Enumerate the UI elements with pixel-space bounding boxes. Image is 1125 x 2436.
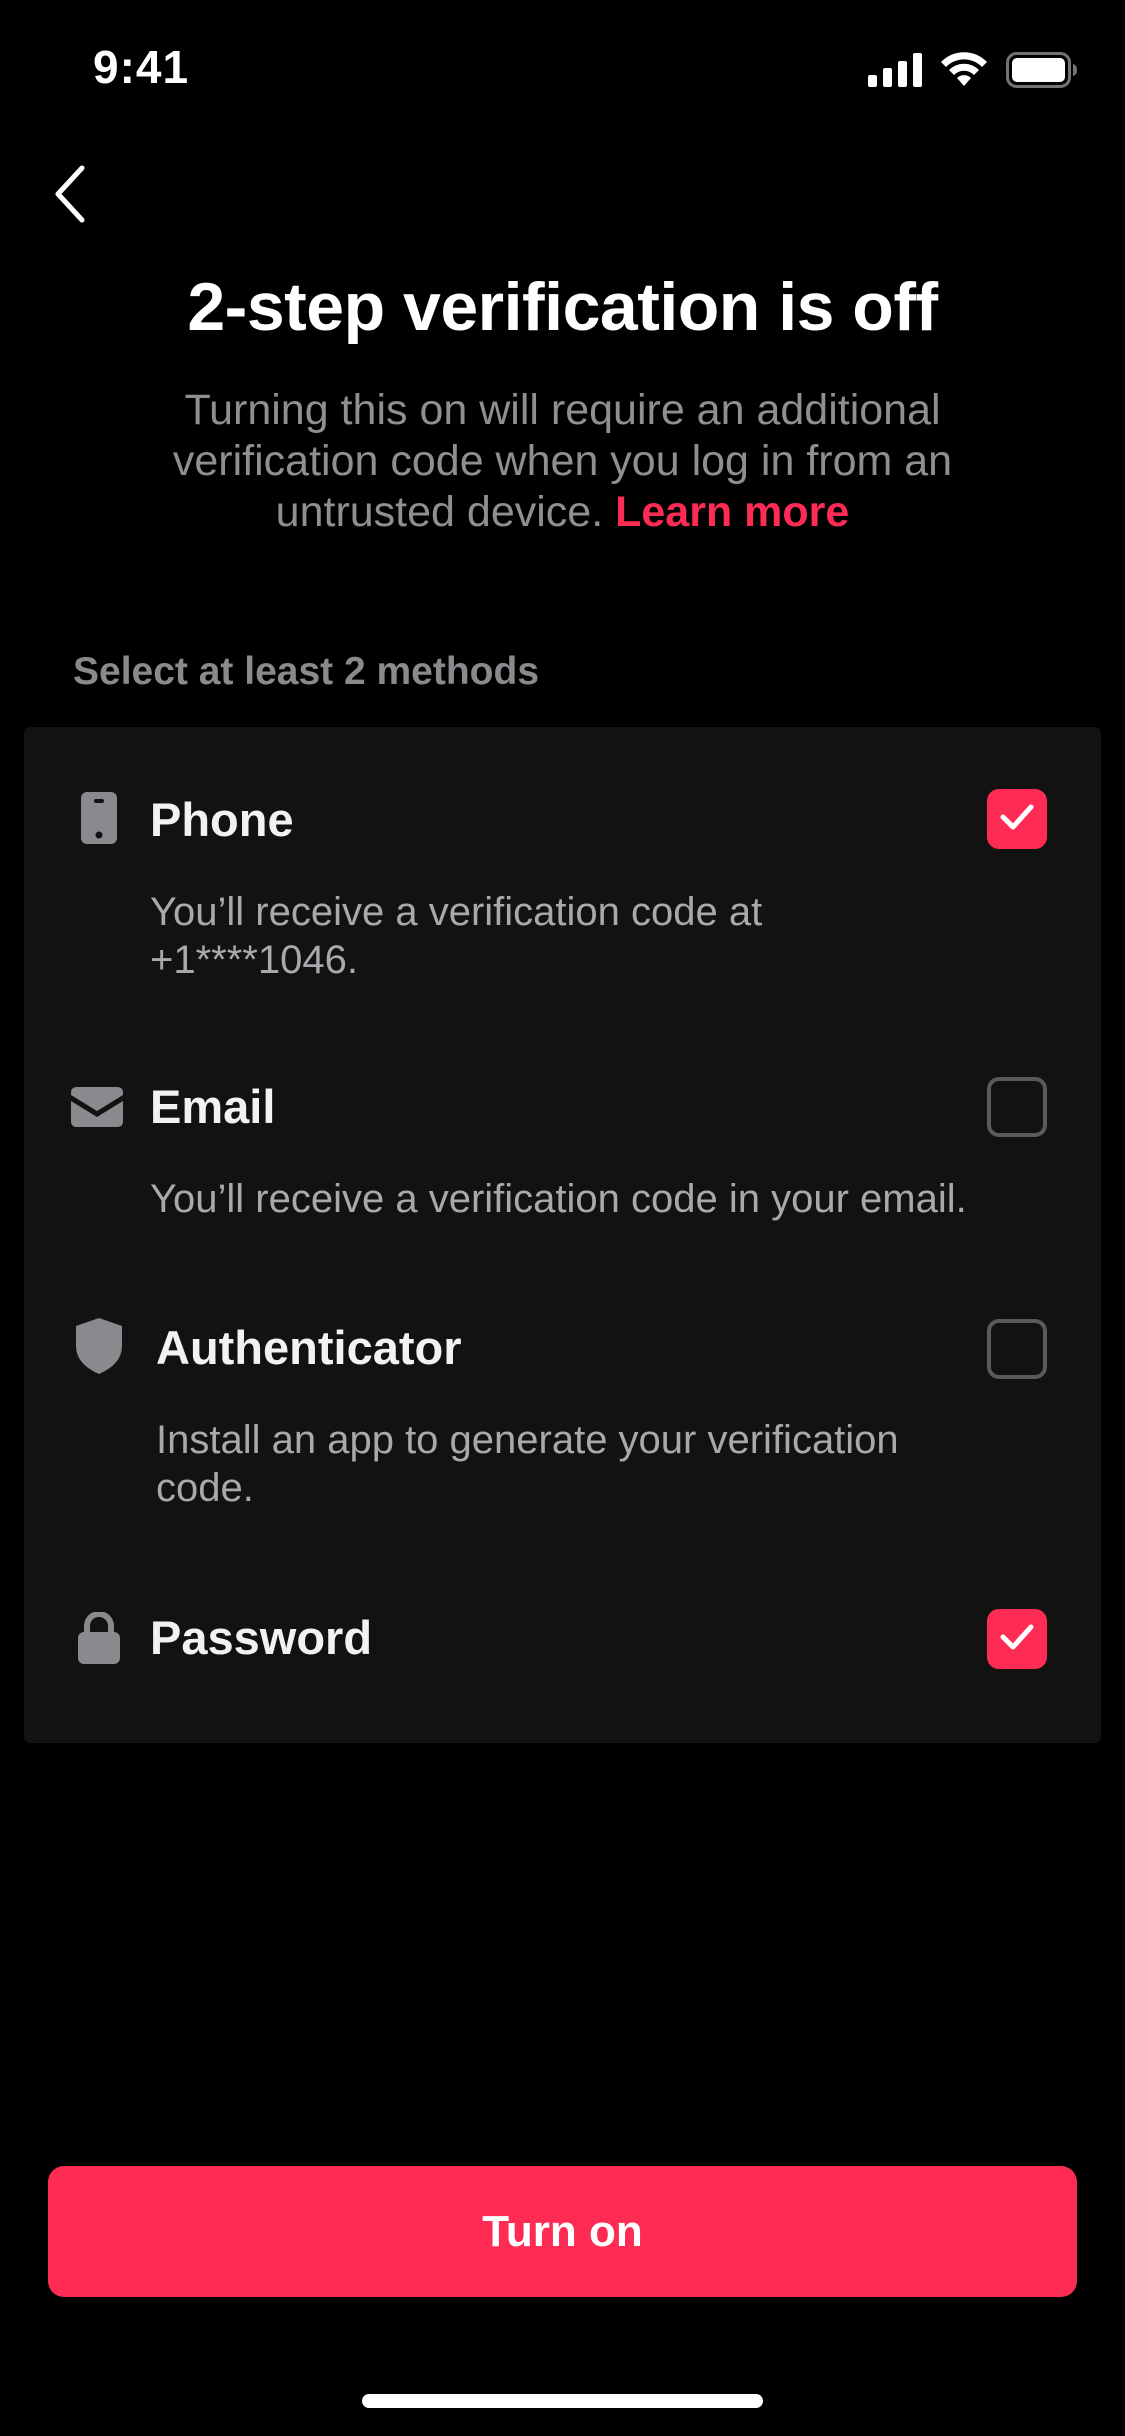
method-description: You’ll receive a verification code in yo… (150, 1177, 967, 1221)
method-description: You’ll receive a verification code at +1… (150, 890, 763, 982)
method-name: Authenticator (156, 1321, 462, 1374)
authenticator-checkbox[interactable] (987, 1319, 1047, 1379)
cellular-signal-icon (868, 53, 922, 92)
learn-more-link[interactable]: Learn more (615, 488, 849, 536)
method-email[interactable]: Email You’ll receive a verification code… (24, 1017, 1101, 1257)
checkmark-icon (999, 802, 1035, 837)
method-name: Email (150, 1080, 276, 1133)
status-time: 9:41 (93, 41, 190, 93)
method-name: Phone (150, 793, 294, 846)
methods-card: Phone You’ll receive a verification code… (24, 727, 1101, 1743)
method-description: Install an app to generate your verifica… (156, 1418, 899, 1510)
method-authenticator[interactable]: Authenticator Install an app to generate… (24, 1257, 1101, 1547)
home-indicator (362, 2394, 763, 2408)
lock-icon (72, 1611, 126, 1665)
status-icons (868, 52, 1078, 93)
password-checkbox[interactable] (987, 1609, 1047, 1669)
battery-icon (1006, 52, 1078, 93)
description: Turning this on will require an addition… (130, 385, 995, 538)
phone-checkbox[interactable] (987, 789, 1047, 849)
back-button[interactable] (40, 160, 100, 232)
status-bar: 9:41 (0, 0, 1125, 140)
wifi-icon (940, 52, 988, 93)
email-checkbox[interactable] (987, 1077, 1047, 1137)
phone-icon (72, 791, 126, 845)
turn-on-button[interactable]: Turn on (48, 2166, 1077, 2297)
shield-icon (72, 1318, 126, 1374)
section-label: Select at least 2 methods (73, 650, 540, 693)
chevron-left-icon (52, 164, 88, 229)
method-name: Password (150, 1611, 373, 1664)
checkmark-icon (999, 1622, 1035, 1657)
method-phone[interactable]: Phone You’ll receive a verification code… (24, 727, 1101, 1017)
envelope-icon (70, 1080, 124, 1134)
page-title: 2-step verification is off (187, 269, 938, 345)
method-password[interactable]: Password (24, 1547, 1101, 1743)
